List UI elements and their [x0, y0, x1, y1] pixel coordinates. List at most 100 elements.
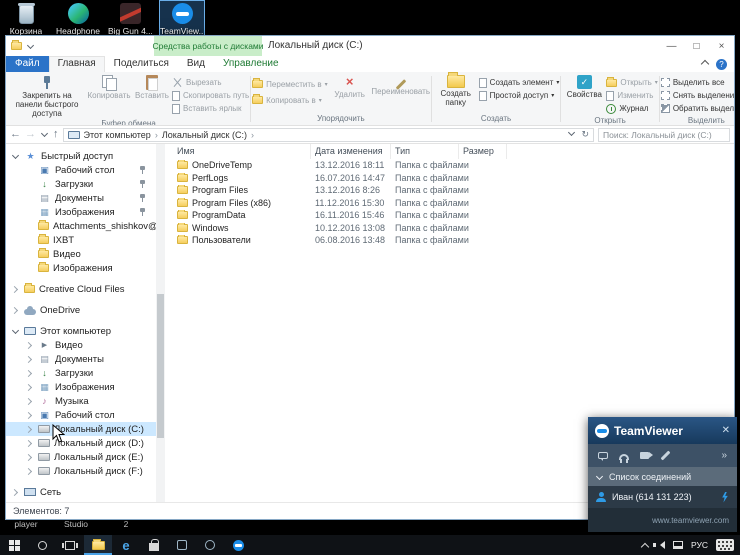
sidebar-item[interactable]: Локальный диск (C:)	[6, 422, 156, 436]
delete-button[interactable]: × Удалить	[328, 73, 372, 100]
touch-keyboard-icon[interactable]	[716, 539, 734, 551]
column-header-date[interactable]: Дата изменения	[311, 144, 391, 159]
teamviewer-close-icon[interactable]: ✕	[722, 425, 730, 436]
desktop-icon-headphone[interactable]: Headphone...	[56, 1, 100, 38]
sidebar-item[interactable]: Сеть	[6, 485, 156, 499]
desktop-icon-big-gun[interactable]: Big Gun 4...	[108, 1, 152, 38]
tree-expander-icon[interactable]	[25, 355, 34, 364]
language-indicator[interactable]: РУС	[691, 540, 708, 550]
tree-expander-icon[interactable]	[11, 152, 20, 161]
search-input[interactable]	[598, 127, 730, 142]
up-button[interactable]: ↑	[53, 129, 59, 140]
sidebar-item[interactable]: Локальный диск (E:)	[6, 450, 156, 464]
select-all-button[interactable]: Выделить все	[660, 76, 734, 89]
taskbar-teamviewer-button[interactable]	[224, 535, 252, 555]
forward-button[interactable]: →	[25, 129, 36, 140]
column-header-type[interactable]: Тип	[391, 144, 459, 159]
file-row[interactable]: Program Files (x86) 11.12.2016 15:30 Папка…	[165, 197, 734, 210]
select-none-button[interactable]: Снять выделение	[660, 89, 734, 102]
tree-expander-icon[interactable]	[11, 327, 20, 336]
tree-expander-icon[interactable]	[11, 306, 20, 315]
chevron-down-icon[interactable]	[596, 473, 604, 481]
refresh-icon[interactable]: ↻	[581, 129, 589, 140]
breadcrumb-separator-icon[interactable]: ›	[251, 130, 254, 140]
tree-expander-icon[interactable]	[11, 285, 20, 294]
audio-icon[interactable]	[619, 454, 629, 463]
column-header-size[interactable]: Размер	[459, 144, 507, 159]
taskbar-edge-button[interactable]: e	[112, 535, 140, 555]
scrollbar-thumb[interactable]	[157, 294, 164, 438]
start-button[interactable]	[0, 535, 28, 555]
sidebar-item[interactable]: Рабочий стол	[6, 408, 156, 422]
teamviewer-header[interactable]: TeamViewer ✕	[588, 417, 737, 444]
connect-icon[interactable]	[722, 491, 728, 503]
connection-entry[interactable]: Иван (614 131 223)	[588, 486, 737, 508]
paste-button[interactable]: Вставить	[132, 73, 172, 101]
quick-access-toolbar-chevron-icon[interactable]	[26, 42, 35, 51]
new-item-button[interactable]: Создать элемент ▾	[478, 76, 559, 89]
address-dropdown-icon[interactable]	[567, 129, 576, 138]
sidebar-item[interactable]: Изображения	[6, 380, 156, 394]
search-button[interactable]	[28, 535, 56, 555]
tree-expander-icon[interactable]	[25, 425, 34, 434]
cut-button[interactable]: Вырезать	[172, 76, 249, 89]
recent-locations-icon[interactable]	[40, 130, 49, 139]
sidebar-item[interactable]: Локальный диск (D:)	[6, 436, 156, 450]
sidebar-item[interactable]: Локальный диск (F:)	[6, 464, 156, 478]
title-bar[interactable]: Средства работы с дисками Локальный диск…	[6, 36, 734, 56]
sidebar-item[interactable]: Документы	[6, 352, 156, 366]
teamviewer-url[interactable]: www.teamviewer.com	[652, 516, 729, 525]
address-box[interactable]: Этот компьютер › Локальный диск (C:) › ↻	[62, 127, 594, 142]
sidebar-item[interactable]: Быстрый доступ	[6, 149, 156, 163]
tab-home[interactable]: Главная	[48, 56, 105, 72]
breadcrumb-item[interactable]: Локальный диск (C:)	[162, 130, 247, 140]
desktop-icon-recycle-bin[interactable]: Корзина	[4, 1, 48, 38]
tree-expander-icon[interactable]	[25, 411, 34, 420]
collapse-ribbon-icon[interactable]	[700, 59, 710, 69]
column-header-name[interactable]: Имя	[173, 144, 311, 159]
close-button[interactable]: ×	[709, 36, 734, 56]
edit-button[interactable]: Изменить	[606, 89, 657, 102]
copy-to-button[interactable]: Копировать в ▾	[252, 92, 328, 108]
sidebar-item[interactable]: IXBT	[6, 233, 156, 247]
breadcrumb-separator-icon[interactable]: ›	[155, 130, 158, 140]
sidebar-item[interactable]: Видео	[6, 338, 156, 352]
paste-shortcut-button[interactable]: Вставить ярлык	[172, 102, 249, 115]
tree-expander-icon[interactable]	[25, 369, 34, 378]
open-button[interactable]: Открыть ▾	[606, 76, 658, 89]
taskbar-pinned-app-button[interactable]	[196, 535, 224, 555]
tree-expander-icon[interactable]	[11, 488, 20, 497]
invert-selection-button[interactable]: Обратить выделение	[660, 102, 734, 115]
network-icon[interactable]	[672, 541, 683, 549]
tree-expander-icon[interactable]	[25, 467, 34, 476]
taskbar-pinned-app-button[interactable]	[168, 535, 196, 555]
easy-access-button[interactable]: Простой доступ ▾	[478, 89, 560, 102]
video-icon[interactable]	[640, 452, 653, 459]
show-hidden-icons-chevron[interactable]	[640, 542, 650, 551]
properties-button[interactable]: ✓ Свойства	[562, 73, 606, 100]
file-row[interactable]: Windows 10.12.2016 13:08 Папка с файлами	[165, 222, 734, 235]
more-tools-icon[interactable]: »	[721, 450, 727, 461]
file-row[interactable]: Пользователи 06.08.2016 13:48 Папка с файл…	[165, 234, 734, 247]
move-to-button[interactable]: Переместить в ▾	[252, 76, 328, 92]
navigation-scrollbar[interactable]	[156, 144, 165, 502]
connection-list-header[interactable]: Список соединений	[588, 467, 737, 486]
contextual-tab-header[interactable]: Средства работы с дисками	[152, 36, 264, 56]
tab-share[interactable]: Поделиться	[105, 56, 178, 72]
rename-button[interactable]: Переименовать	[371, 73, 430, 97]
taskbar-store-button[interactable]	[140, 535, 168, 555]
tab-manage[interactable]: Управление	[214, 56, 288, 72]
tree-expander-icon[interactable]	[25, 453, 34, 462]
chat-icon[interactable]	[598, 452, 608, 461]
sidebar-item[interactable]: Изображения	[6, 261, 156, 275]
maximize-button[interactable]: □	[684, 36, 709, 56]
file-row[interactable]: ProgramData 16.11.2016 15:46 Папка с файла…	[165, 209, 734, 222]
sidebar-item[interactable]: Creative Cloud Files	[6, 282, 156, 296]
sidebar-item[interactable]: Этот компьютер	[6, 324, 156, 338]
file-row[interactable]: Program Files 13.12.2016 8:26 Папка с файл…	[165, 184, 734, 197]
tab-file[interactable]: Файл	[6, 56, 49, 72]
file-row[interactable]: OneDriveTemp 13.12.2016 18:11 Папка с файл…	[165, 159, 734, 172]
task-view-button[interactable]	[56, 535, 84, 555]
sidebar-item[interactable]: Загрузки	[6, 366, 156, 380]
pin-to-quick-access-button[interactable]: Закрепить на панели быстрого доступа	[8, 73, 86, 118]
